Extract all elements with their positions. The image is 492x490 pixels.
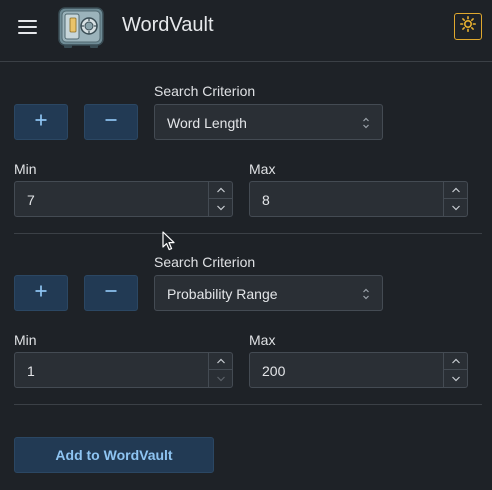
divider [14,404,482,405]
plus-icon [35,284,47,302]
hamburger-menu-icon[interactable] [18,18,38,34]
add-criterion-button[interactable] [14,275,68,311]
chevron-down-icon[interactable] [444,199,467,216]
search-criterion-label: Search Criterion [154,254,256,270]
max-stepper [443,182,467,216]
chevron-down-icon[interactable] [209,199,232,216]
search-criterion-select[interactable]: Word Length [154,104,383,140]
chevron-updown-icon [361,287,371,301]
max-label: Max [249,161,276,177]
chevron-up-icon[interactable] [209,182,232,199]
search-criterion-value: Word Length [167,115,247,131]
add-criterion-button[interactable] [14,104,68,140]
plus-icon [35,113,47,131]
chevron-updown-icon [361,116,371,130]
min-stepper [208,353,232,387]
max-value: 200 [262,363,286,379]
min-value: 1 [27,363,35,379]
chevron-down-icon[interactable] [209,370,232,387]
minus-icon [105,284,117,302]
app-header: WordVault [0,0,492,62]
max-stepper [443,353,467,387]
min-label: Min [14,332,37,348]
sun-icon [460,16,476,37]
mouse-pointer-icon [162,231,176,251]
chevron-down-icon[interactable] [444,370,467,387]
search-criterion-value: Probability Range [167,286,278,302]
chevron-up-icon[interactable] [444,353,467,370]
max-value: 8 [262,192,270,208]
search-criterion-select[interactable]: Probability Range [154,275,383,311]
theme-toggle-button[interactable] [454,13,482,40]
remove-criterion-button[interactable] [84,104,138,140]
vault-safe-icon [58,6,104,48]
criterion-block: Search Criterion Probability Range Min M… [0,233,492,405]
min-label: Min [14,161,37,177]
min-number-input[interactable]: 1 [14,352,233,388]
max-label: Max [249,332,276,348]
max-number-input[interactable]: 8 [249,181,468,217]
criterion-block: Search Criterion Word Length Min Max 7 8 [0,62,492,234]
max-number-input[interactable]: 200 [249,352,468,388]
search-criterion-label: Search Criterion [154,83,256,99]
app-window: WordVault Search Criterion Word Length M… [0,0,492,490]
add-to-wordvault-button[interactable]: Add to WordVault [14,437,214,473]
remove-criterion-button[interactable] [84,275,138,311]
min-stepper [208,182,232,216]
min-value: 7 [27,192,35,208]
chevron-up-icon[interactable] [444,182,467,199]
minus-icon [105,113,117,131]
chevron-up-icon[interactable] [209,353,232,370]
min-number-input[interactable]: 7 [14,181,233,217]
app-title: WordVault [122,14,214,36]
